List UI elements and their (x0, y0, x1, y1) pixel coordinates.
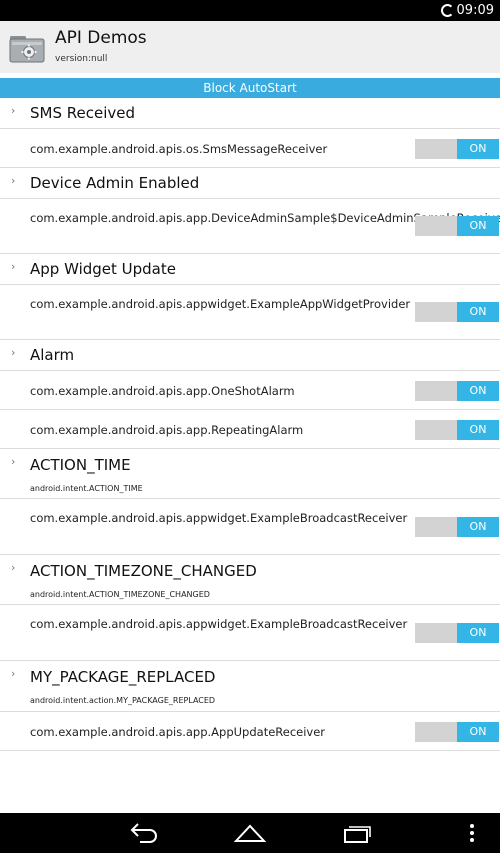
receiver-row: com.example.android.apis.app.AppUpdateRe… (0, 712, 500, 751)
menu-overflow-icon[interactable] (466, 821, 478, 845)
action-bar: API Demos version:null (0, 21, 500, 73)
autostart-toggle[interactable]: ON (415, 420, 499, 440)
group-title: Alarm (30, 346, 75, 364)
block-autostart-button[interactable]: Block AutoStart (0, 78, 500, 98)
toggle-state: ON (457, 302, 499, 322)
autostart-toggle[interactable]: ON (415, 216, 499, 236)
status-bar: 09:09 (0, 0, 500, 21)
group-header[interactable]: › SMS Received (0, 98, 500, 129)
recents-icon[interactable] (341, 821, 373, 845)
home-icon[interactable] (233, 821, 267, 845)
receiver-name: com.example.android.apis.app.RepeatingAl… (30, 423, 304, 437)
group-header[interactable]: › App Widget Update (0, 254, 500, 285)
chevron-right-icon: › (11, 174, 16, 187)
group-title: ACTION_TIME (30, 456, 131, 474)
autostart-toggle[interactable]: ON (415, 139, 499, 159)
receiver-row: com.example.android.apis.appwidget.Examp… (0, 605, 500, 661)
app-title: API Demos (55, 28, 147, 48)
group-title: MY_PACKAGE_REPLACED (30, 668, 216, 686)
group-header[interactable]: › ACTION_TIMEZONE_CHANGED android.intent… (0, 555, 500, 605)
group-title: Device Admin Enabled (30, 174, 200, 192)
toggle-state: ON (457, 722, 499, 742)
group-intent: android.intent.action.MY_PACKAGE_REPLACE… (30, 696, 216, 705)
receiver-list: › SMS Received com.example.android.apis.… (0, 98, 500, 751)
status-clock: 09:09 (456, 3, 494, 18)
app-version: version:null (55, 54, 108, 64)
toggle-state: ON (457, 623, 499, 643)
toggle-state: ON (457, 381, 499, 401)
receiver-name: com.example.android.apis.app.OneShotAlar… (30, 384, 295, 398)
navigation-bar (0, 813, 500, 853)
chevron-right-icon: › (11, 455, 16, 468)
sync-spinner-icon (441, 4, 454, 17)
receiver-row: com.example.android.apis.app.RepeatingAl… (0, 410, 500, 449)
receiver-name: com.example.android.apis.appwidget.Examp… (30, 617, 408, 631)
group-title: SMS Received (30, 104, 135, 122)
receiver-row: com.example.android.apis.os.SmsMessageRe… (0, 129, 500, 168)
group-title: App Widget Update (30, 260, 176, 278)
toggle-state: ON (457, 139, 499, 159)
receiver-name: com.example.android.apis.app.DeviceAdmin… (30, 211, 500, 225)
autostart-toggle[interactable]: ON (415, 623, 499, 643)
group-intent: android.intent.ACTION_TIME (30, 484, 143, 493)
group-header[interactable]: › Alarm (0, 340, 500, 371)
group-header[interactable]: › Device Admin Enabled (0, 168, 500, 199)
chevron-right-icon: › (11, 104, 16, 117)
group-header[interactable]: › ACTION_TIME android.intent.ACTION_TIME (0, 449, 500, 499)
chevron-right-icon: › (11, 667, 16, 680)
receiver-row: com.example.android.apis.app.OneShotAlar… (0, 371, 500, 410)
toggle-state: ON (457, 420, 499, 440)
toggle-state: ON (457, 517, 499, 537)
autostart-toggle[interactable]: ON (415, 381, 499, 401)
receiver-row: com.example.android.apis.appwidget.Examp… (0, 285, 500, 340)
autostart-toggle[interactable]: ON (415, 517, 499, 537)
chevron-right-icon: › (11, 346, 16, 359)
group-title: ACTION_TIMEZONE_CHANGED (30, 562, 257, 580)
receiver-row: com.example.android.apis.app.DeviceAdmin… (0, 199, 500, 254)
receiver-name: com.example.android.apis.app.AppUpdateRe… (30, 725, 326, 739)
group-intent: android.intent.ACTION_TIMEZONE_CHANGED (30, 590, 210, 599)
toggle-state: ON (457, 216, 499, 236)
group-header[interactable]: › MY_PACKAGE_REPLACED android.intent.act… (0, 661, 500, 712)
receiver-name: com.example.android.apis.os.SmsMessageRe… (30, 142, 328, 156)
chevron-right-icon: › (11, 260, 16, 273)
receiver-row: com.example.android.apis.appwidget.Examp… (0, 499, 500, 555)
receiver-name: com.example.android.apis.appwidget.Examp… (30, 297, 411, 311)
autostart-toggle[interactable]: ON (415, 302, 499, 322)
back-icon[interactable] (128, 821, 160, 845)
chevron-right-icon: › (11, 561, 16, 574)
autostart-toggle[interactable]: ON (415, 722, 499, 742)
receiver-name: com.example.android.apis.appwidget.Examp… (30, 511, 408, 525)
app-folder-gear-icon (9, 36, 45, 63)
